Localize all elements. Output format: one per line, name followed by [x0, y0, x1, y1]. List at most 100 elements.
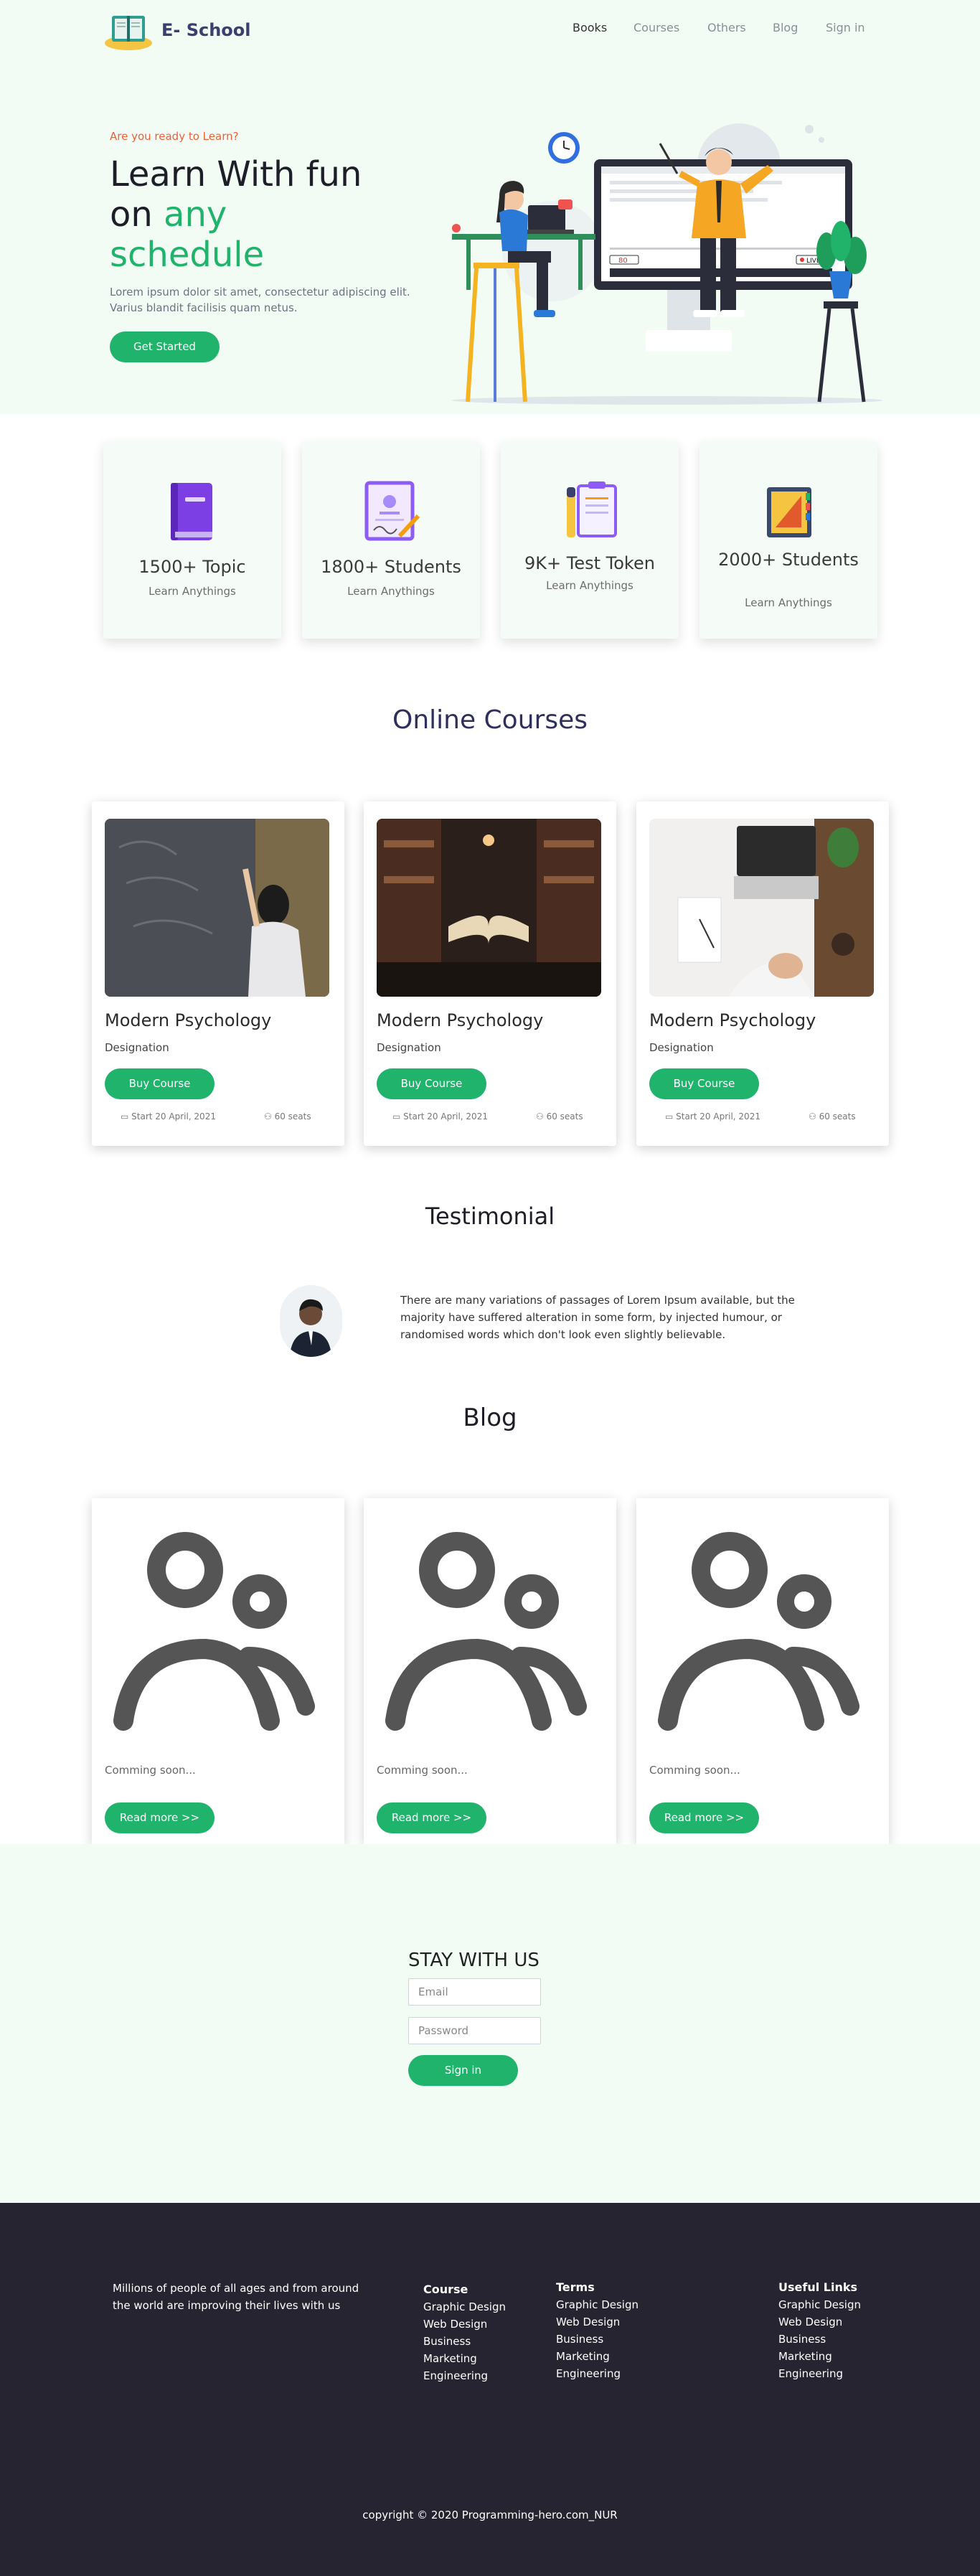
footer-link[interactable]: Web Design	[778, 2313, 861, 2331]
clock-icon	[548, 132, 580, 164]
nav-blog[interactable]: Blog	[773, 21, 798, 34]
course-seats: ⚇ 60 seats	[536, 1111, 583, 1122]
course-designation: Designation	[649, 1041, 714, 1054]
course-image-library	[377, 819, 601, 997]
password-field[interactable]	[408, 2017, 541, 2044]
hero-description: Lorem ipsum dolor sit amet, consectetur …	[110, 286, 410, 314]
course-designation: Designation	[105, 1041, 169, 1054]
hero-title-line1: Learn With fun	[110, 154, 362, 194]
course-title: Modern Psychology	[105, 1010, 272, 1030]
stat-title: 1800+ Students	[321, 557, 461, 577]
footer-link[interactable]: Graphic Design	[423, 2298, 506, 2316]
course-card: Modern Psychology Designation Buy Course…	[364, 802, 616, 1146]
footer-column-terms: Terms Graphic Design Web Design Business…	[556, 2279, 639, 2382]
logo-icon[interactable]	[103, 10, 154, 52]
seats-icon: ⚇	[536, 1111, 547, 1122]
footer-heading: Useful Links	[778, 2280, 858, 2294]
nav-sign-in[interactable]: Sign in	[826, 21, 865, 34]
get-started-button[interactable]: Get Started	[110, 332, 220, 362]
stat-title-text: 2000+ Students	[718, 550, 859, 570]
read-more-button[interactable]: Read more >>	[649, 1802, 759, 1833]
hero-eyebrow: Are you ready to Learn?	[110, 130, 239, 143]
certificate-icon	[364, 481, 420, 541]
email-field[interactable]	[408, 1978, 541, 2006]
stat-subtitle: Learn Anythings	[347, 585, 435, 598]
course-date: ▭ Start 20 April, 2021	[121, 1111, 216, 1122]
footer-link[interactable]: Marketing	[556, 2348, 639, 2365]
footer-link[interactable]: Engineering	[423, 2367, 506, 2384]
read-more-button[interactable]: Read more >>	[377, 1802, 486, 1833]
course-seats-text: 60 seats	[546, 1111, 583, 1122]
seats-icon: ⚇	[809, 1111, 819, 1122]
course-seats-text: 60 seats	[819, 1111, 856, 1122]
book-icon	[171, 483, 212, 540]
footer-copyright: copyright © 2020 Programming-hero.com_NU…	[362, 2509, 618, 2521]
buy-course-button[interactable]: Buy Course	[105, 1068, 215, 1099]
hero-title-on: on	[110, 194, 164, 235]
course-seats-text: 60 seats	[274, 1111, 311, 1122]
footer-link[interactable]: Marketing	[778, 2348, 861, 2365]
course-title: Modern Psychology	[649, 1010, 816, 1030]
calendar-icon: ▭	[121, 1111, 132, 1122]
stat-subtitle: Learn Anythings	[149, 585, 236, 598]
footer-heading: Terms	[556, 2280, 595, 2294]
footer-link[interactable]: Business	[778, 2331, 861, 2348]
hero-title: Learn With fun on any schedule	[110, 154, 411, 275]
read-more-button[interactable]: Read more >>	[105, 1802, 215, 1833]
blog-card: Comming soon... Read more >>	[92, 1498, 344, 1844]
courses-section-title: Online Courses	[392, 705, 588, 735]
stat-subtitle: Learn Anythings	[546, 579, 633, 592]
nav-books[interactable]: Books	[573, 21, 607, 34]
nav-others[interactable]: Others	[707, 21, 746, 34]
footer-link[interactable]: Graphic Design	[778, 2296, 861, 2313]
course-designation: Designation	[377, 1041, 441, 1054]
stat-card-students: 1800+ Students Learn Anythings	[302, 441, 480, 639]
hero-title-any: any	[164, 194, 227, 235]
footer-link[interactable]: Marketing	[423, 2350, 506, 2367]
footer-about: Millions of people of all ages and from …	[113, 2282, 359, 2312]
footer-link[interactable]: Engineering	[778, 2365, 861, 2382]
testimonial-text: There are many variations of passages of…	[400, 1294, 795, 1341]
footer-link[interactable]: Web Design	[556, 2313, 639, 2331]
course-date: ▭ Start 20 April, 2021	[392, 1111, 488, 1122]
course-title: Modern Psychology	[377, 1010, 544, 1030]
buy-course-button[interactable]: Buy Course	[649, 1068, 759, 1099]
footer-link[interactable]: Business	[556, 2331, 639, 2348]
brand-name[interactable]: E- School	[161, 20, 251, 40]
stat-card-topics: 1500+ Topic Learn Anythings	[103, 441, 281, 639]
course-date-text: Start 20 April, 2021	[131, 1111, 216, 1122]
users-icon	[658, 1532, 859, 1731]
stat-title: 1500+ Topic	[138, 557, 246, 577]
course-date: ▭ Start 20 April, 2021	[665, 1111, 760, 1122]
sign-in-button[interactable]: Sign in	[408, 2055, 518, 2086]
testimonial-title: Testimonial	[425, 1203, 555, 1230]
footer-link[interactable]: Business	[423, 2333, 506, 2350]
books-ruler-icon	[767, 487, 811, 537]
footer-link[interactable]: Graphic Design	[556, 2296, 639, 2313]
calendar-icon: ▭	[392, 1111, 404, 1122]
stat-title: 2000+ Students	[707, 549, 870, 570]
footer-heading: Course	[423, 2283, 468, 2296]
nav-courses[interactable]: Courses	[633, 21, 679, 34]
stat-card-students-2: 2000+ Students Learn Anythings	[699, 441, 877, 639]
blog-text: Comming soon...	[105, 1764, 196, 1777]
buy-course-button[interactable]: Buy Course	[377, 1068, 486, 1099]
screen-count-label: 80	[618, 257, 628, 265]
course-seats: ⚇ 60 seats	[809, 1111, 856, 1122]
course-card: Modern Psychology Designation Buy Course…	[92, 802, 344, 1146]
blog-card: Comming soon... Read more >>	[364, 1498, 616, 1844]
footer-link[interactable]: Engineering	[556, 2365, 639, 2382]
blog-text: Comming soon...	[377, 1764, 468, 1777]
subscribe-title: STAY WITH US	[408, 1950, 540, 1971]
footer-link[interactable]: Web Design	[423, 2316, 506, 2333]
seats-icon: ⚇	[264, 1111, 275, 1122]
calendar-icon: ▭	[665, 1111, 677, 1122]
footer-column-course: Course Graphic Design Web Design Busines…	[423, 2281, 506, 2384]
footer-column-useful-links: Useful Links Graphic Design Web Design B…	[778, 2279, 861, 2382]
hero-illustration: 80 LIVE	[452, 123, 882, 405]
users-icon	[385, 1532, 587, 1731]
course-date-text: Start 20 April, 2021	[403, 1111, 488, 1122]
avatar	[280, 1285, 342, 1357]
course-image-chalkboard	[105, 819, 329, 997]
blog-section-title: Blog	[463, 1404, 517, 1432]
